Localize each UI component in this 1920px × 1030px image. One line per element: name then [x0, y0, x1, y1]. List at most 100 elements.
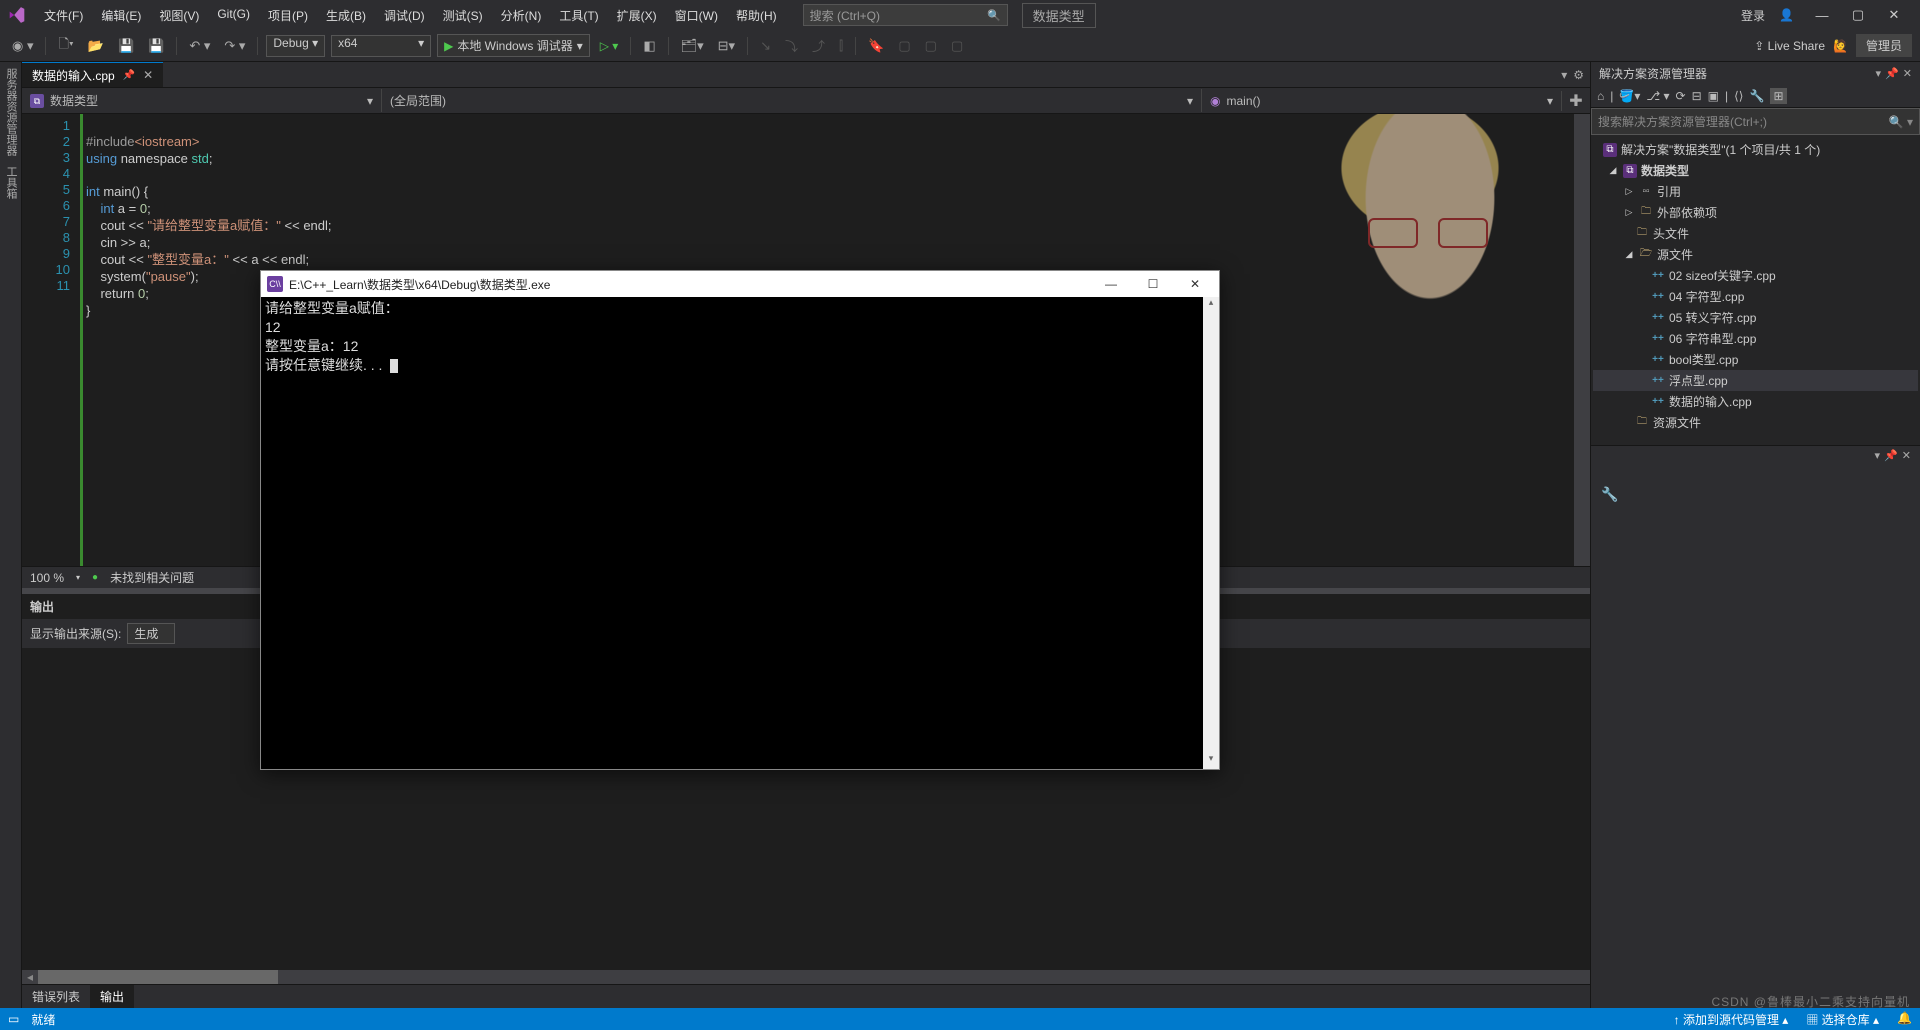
toolbar-icon-1[interactable]: ◧ [639, 36, 659, 56]
panel-close-icon[interactable]: ✕ [1903, 67, 1912, 80]
status-git[interactable]: ↑ 添加到源代码管理 ▴ [1674, 1011, 1789, 1028]
output-icon[interactable]: ▭ [8, 1012, 19, 1026]
save-all-icon[interactable]: 💾 [144, 36, 168, 56]
tab-overflow-icon[interactable]: ▾ [1561, 68, 1567, 82]
sources-node[interactable]: ◢🗁源文件 [1593, 244, 1918, 265]
se-home-icon[interactable]: ⌂ [1597, 89, 1604, 103]
liveshare-icon[interactable]: ⇪ Live Share [1754, 39, 1825, 53]
se-collapse-icon[interactable]: ⊟ [1692, 89, 1702, 103]
feedback-icon[interactable]: 🙋 [1833, 39, 1848, 53]
nav-back-icon[interactable]: ◉ ▾ [8, 36, 37, 56]
bookmark-icon[interactable]: 🔖 [864, 36, 888, 56]
file-node[interactable]: ++bool类型.cpp [1593, 349, 1918, 370]
save-icon[interactable]: 💾 [114, 36, 138, 56]
toolbar-icon-5[interactable]: ▢ [894, 36, 914, 56]
menu-file[interactable]: 文件(F) [36, 4, 91, 27]
status-repo[interactable]: ▦ 选择仓库 ▴ [1806, 1011, 1879, 1028]
output-source-dropdown[interactable]: 生成 [127, 623, 175, 644]
file-node[interactable]: ++数据的输入.cpp [1593, 391, 1918, 412]
file-node[interactable]: ++04 字符型.cpp [1593, 286, 1918, 307]
menu-build[interactable]: 生成(B) [318, 4, 374, 27]
file-node[interactable]: ++02 sizeof关键字.cpp [1593, 265, 1918, 286]
references-node[interactable]: ▷▫▫引用 [1593, 181, 1918, 202]
server-explorer-tab[interactable]: 服务器资源管理器 [2, 68, 19, 156]
platform-dropdown[interactable]: x64 ▾ [331, 35, 431, 57]
menu-git[interactable]: Git(G) [209, 4, 258, 27]
se-wrench-icon[interactable]: 🔧 [1750, 89, 1765, 103]
zoom-level[interactable]: 100 % [30, 571, 64, 585]
file-node[interactable]: ++05 转义字符.cpp [1593, 307, 1918, 328]
console-minimize[interactable]: — [1093, 277, 1129, 291]
pin-icon[interactable]: 📌 [123, 70, 135, 81]
toolbox-tab[interactable]: 工具箱 [2, 166, 19, 199]
se-showall-icon[interactable]: ▣ [1708, 89, 1719, 103]
step-out-icon[interactable]: ⤴ [808, 34, 829, 57]
menu-edit[interactable]: 编辑(E) [93, 4, 149, 27]
status-bell-icon[interactable]: 🔔 [1897, 1011, 1912, 1028]
menu-extensions[interactable]: 扩展(X) [609, 4, 665, 27]
se-properties-icon[interactable]: ⟨⟩ [1734, 89, 1743, 103]
headers-node[interactable]: 🗀头文件 [1593, 223, 1918, 244]
tab-close-icon[interactable]: ✕ [143, 68, 153, 82]
tab-settings-icon[interactable]: ⚙ [1573, 68, 1584, 82]
menu-help[interactable]: 帮助(H) [728, 4, 785, 27]
global-dropdown[interactable]: (全局范围)▾ [382, 89, 1202, 112]
se-refresh-icon[interactable]: ⟳ [1676, 89, 1686, 103]
file-node-selected[interactable]: ++浮点型.cpp [1593, 370, 1918, 391]
console-output[interactable]: 请给整型变量a赋值： 12 整型变量a：12 请按任意键继续. . . [261, 297, 1219, 769]
editor-scrollbar[interactable] [1574, 114, 1590, 566]
output-tab[interactable]: 输出 [90, 985, 134, 1008]
menu-test[interactable]: 测试(S) [435, 4, 491, 27]
console-scrollbar[interactable]: ▴▾ [1203, 297, 1219, 769]
menu-debug[interactable]: 调试(D) [376, 4, 433, 27]
scope-dropdown[interactable]: ⧉数据类型▾ [22, 89, 382, 112]
output-hscroll[interactable]: ◂ [22, 970, 1590, 984]
file-node[interactable]: ++06 字符串型.cpp [1593, 328, 1918, 349]
menu-view[interactable]: 视图(V) [151, 4, 207, 27]
step-over-icon[interactable]: ⤵ [781, 34, 802, 57]
undo-icon[interactable]: ↶ ▾ [185, 36, 214, 56]
solution-search[interactable]: 搜索解决方案资源管理器(Ctrl+;)🔍 ▾ [1591, 108, 1920, 135]
solution-name-box[interactable]: 数据类型 [1022, 3, 1096, 28]
open-icon[interactable]: 📂 [84, 36, 108, 56]
toolbar-icon-3[interactable]: ⊟▾ [714, 36, 739, 56]
new-item-icon[interactable]: 🗋▾ [54, 33, 77, 59]
function-dropdown[interactable]: ◉main()▾ [1202, 91, 1562, 111]
panel-pin-icon[interactable]: 📌 [1885, 67, 1899, 80]
console-close[interactable]: ✕ [1177, 277, 1213, 291]
prop-dropdown-icon[interactable]: ▾ [1875, 449, 1881, 462]
quick-search[interactable]: 搜索 (Ctrl+Q) 🔍 [803, 4, 1008, 26]
panel-dropdown-icon[interactable]: ▾ [1876, 67, 1882, 80]
console-maximize[interactable]: ☐ [1135, 277, 1171, 291]
prop-close-icon[interactable]: ✕ [1902, 449, 1911, 462]
active-file-tab[interactable]: 数据的输入.cpp 📌 ✕ [22, 62, 163, 87]
minimize-button[interactable]: — [1808, 8, 1836, 23]
resources-node[interactable]: 🗀资源文件 [1593, 412, 1918, 433]
close-button[interactable]: ✕ [1880, 7, 1908, 23]
toolbar-icon-6[interactable]: ▢ [921, 36, 941, 56]
project-node[interactable]: ◢⧉数据类型 [1593, 160, 1918, 181]
prop-pin-icon[interactable]: 📌 [1884, 449, 1898, 462]
menu-window[interactable]: 窗口(W) [667, 4, 726, 27]
start-debug-button[interactable]: ▶本地 Windows 调试器 ▾ [437, 34, 590, 57]
menu-analyze[interactable]: 分析(N) [493, 4, 550, 27]
toolbar-icon-2[interactable]: 🗂▾ [677, 36, 708, 56]
redo-icon[interactable]: ↷ ▾ [220, 36, 249, 56]
solution-node[interactable]: ⧉解决方案"数据类型"(1 个项目/共 1 个) [1593, 139, 1918, 160]
config-dropdown[interactable]: Debug ▾ [266, 35, 325, 57]
account-icon[interactable]: 👤 [1779, 8, 1794, 22]
se-branch-icon[interactable]: ⎇ ▾ [1646, 89, 1669, 103]
external-deps-node[interactable]: ▷🗀外部依赖项 [1593, 202, 1918, 223]
toolbar-icon-7[interactable]: ▢ [947, 36, 967, 56]
maximize-button[interactable]: ▢ [1844, 7, 1872, 23]
login-link[interactable]: 登录 [1741, 7, 1765, 24]
toolbar-icon-4[interactable]: ⫿ [835, 36, 847, 56]
menu-tools[interactable]: 工具(T) [551, 4, 606, 27]
error-list-tab[interactable]: 错误列表 [22, 985, 90, 1008]
start-nodebug-icon[interactable]: ▷ ▾ [596, 37, 623, 55]
se-view-icon[interactable]: ⊞ [1770, 88, 1786, 104]
console-titlebar[interactable]: C\\ E:\C++_Learn\数据类型\x64\Debug\数据类型.exe… [261, 271, 1219, 297]
step-into-icon[interactable]: ↘ [756, 36, 775, 56]
split-editor-icon[interactable]: ✚ [1562, 91, 1590, 111]
menu-project[interactable]: 项目(P) [260, 4, 316, 27]
